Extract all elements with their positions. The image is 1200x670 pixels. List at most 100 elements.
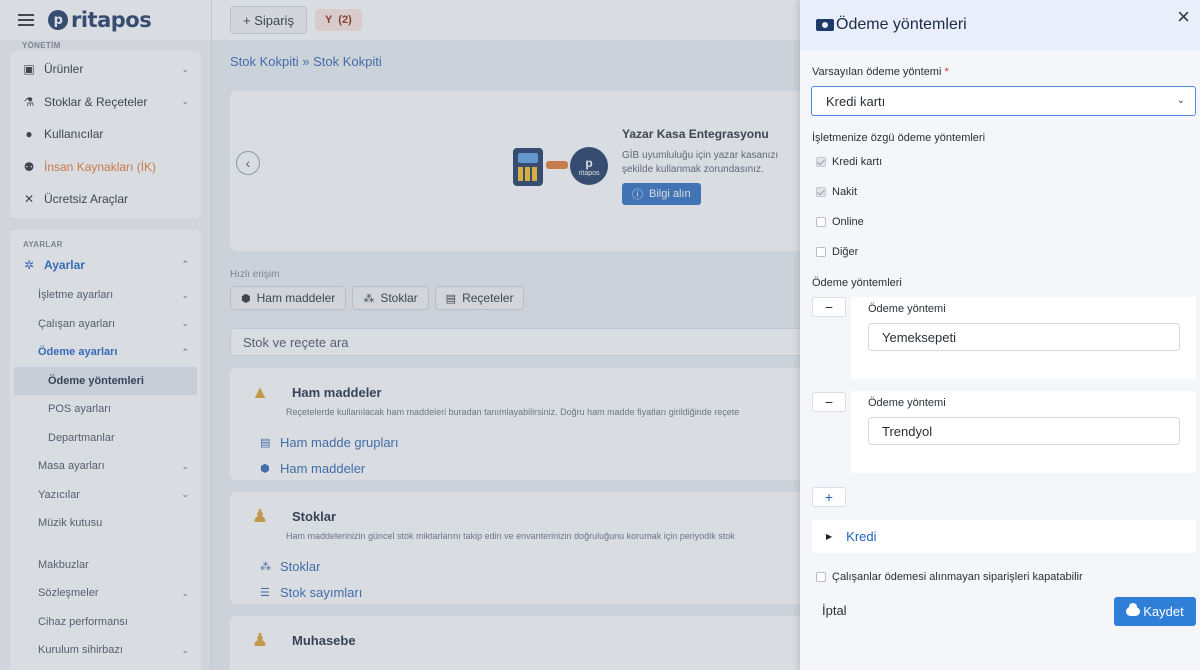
checkbox-online[interactable]: Online [816, 216, 864, 228]
cancel-button[interactable]: İptal [822, 603, 847, 618]
checkbox-box[interactable] [816, 187, 826, 197]
checkbox-cash[interactable]: Nakit [816, 186, 857, 198]
cloud-upload-icon [1126, 603, 1141, 616]
checkbox-box[interactable] [816, 247, 826, 257]
pos-device-icon [513, 148, 543, 186]
link-stock-counts[interactable]: ☰ Stok sayımları [230, 579, 820, 605]
banner-title: Yazar Kasa Entegrasyonu [622, 127, 769, 141]
worker-icon: ♟ [251, 506, 269, 526]
section-head: ♟ Muhasebe [230, 616, 820, 651]
default-method-label-text: Varsayılan ödeme yöntemi [812, 66, 942, 78]
gear-icon: ✲ [23, 257, 35, 272]
quick-stocks-button[interactable]: ⁂ Stoklar [352, 286, 429, 310]
logo[interactable]: p ritapos [48, 8, 152, 32]
specific-methods-label: İşletmenize özgü ödeme yöntemleri [812, 132, 986, 144]
section-link-label: Ham maddeler [280, 460, 366, 476]
quick-raw-materials-button[interactable]: ⬢ Ham maddeler [230, 286, 347, 310]
quick-button-label: Reçeteler [462, 291, 514, 305]
method-field-label: Ödeme yöntemi [868, 303, 946, 315]
sidebar-sub-payment-methods[interactable]: Ödeme yöntemleri [14, 366, 197, 395]
quick-recipes-button[interactable]: ▤ Reçeteler [434, 286, 525, 310]
quick-access-bar: ⬢ Ham maddeler ⁂ Stoklar ▤ Reçeteler [230, 286, 800, 310]
sidebar-item-products[interactable]: ▣ Ürünler ⌄ [10, 53, 201, 86]
sidebar-item-free-tools[interactable]: ✕ Ücretsiz Araçlar [10, 183, 201, 216]
breadcrumb[interactable]: Stok Kokpiti » Stok Kokpiti [230, 54, 800, 69]
remove-method-button[interactable]: − [812, 297, 846, 317]
remove-method-button[interactable]: − [812, 392, 846, 412]
sidebar-sub-tables[interactable]: Masa ayarları ⌄ [10, 452, 201, 481]
checkbox-other[interactable]: Diğer [816, 246, 858, 258]
sidebar-sub-departments[interactable]: Departmanlar [10, 424, 201, 453]
info-button-label: Bilgi alın [649, 188, 691, 200]
sidebar-sub-pos[interactable]: POS ayarları [10, 395, 201, 424]
logo-text: ritapos [71, 8, 152, 32]
checkbox-staff-close[interactable]: Çalışanlar ödemesi alınmayan siparişleri… [816, 571, 1083, 583]
pos-screen [518, 153, 538, 163]
chevron-down-icon: ⌄ [1176, 95, 1185, 106]
sidebar-sub-label: Makbuzlar [38, 558, 89, 571]
sidebar-item-hr[interactable]: ⚉ İnsan Kaynakları (İK) [10, 151, 201, 184]
pos-keypad [518, 167, 538, 181]
info-button[interactable]: ⓘ Bilgi alın [622, 183, 701, 205]
close-icon[interactable]: × [1177, 4, 1190, 30]
method-name-input[interactable]: Trendyol [868, 417, 1180, 445]
sidebar-sub-staff[interactable]: Çalışan ayarları ⌄ [10, 310, 201, 339]
sidebar-item-label: Ürünler [44, 62, 84, 77]
brand-bar: p ritapos [0, 0, 211, 40]
main-content: + Sipariş Y (2) Stok Kokpiti » Stok Kokp… [212, 0, 820, 670]
sidebar-sub-label: Masa ayarları [38, 460, 105, 473]
quick-button-label: Ham maddeler [256, 291, 336, 305]
method-name-input[interactable]: Yemeksepeti [868, 323, 1180, 351]
checkbox-label: Çalışanlar ödemesi alınmayan siparişleri… [832, 571, 1083, 583]
checkbox-box[interactable] [816, 157, 826, 167]
tools-icon: ✕ [23, 192, 35, 207]
sidebar-sub-device-performance[interactable]: Cihaz performansı [10, 608, 201, 637]
sidebar-sub-payment[interactable]: Ödeme ayarları ⌃ [10, 338, 201, 367]
add-method-button[interactable]: + [812, 487, 846, 507]
link-stocks[interactable]: ⁂ Stoklar [230, 553, 820, 579]
sidebar-sub-label: Ödeme ayarları [38, 346, 118, 359]
sidebar-item-users[interactable]: ● Kullanıcılar [10, 118, 201, 151]
quick-access-label: Hızlı erişim [230, 269, 280, 280]
sidebar-sub-business[interactable]: İşletme ayarları ⌄ [10, 281, 201, 310]
section-label-settings: AYARLAR [23, 239, 63, 249]
worker-boxes-icon: ▲ [251, 382, 269, 402]
sidebar-sub-receipts[interactable]: Makbuzlar [10, 551, 201, 580]
search-input[interactable]: Stok ve reçete ara [230, 328, 820, 356]
topbar: + Sipariş Y (2) [212, 0, 800, 40]
checkbox-box[interactable] [816, 572, 826, 582]
section-title: Stoklar [292, 509, 337, 524]
panel-header: Ödeme yöntemleri × [800, 0, 1200, 50]
sidebar-sub-printers[interactable]: Yazıcılar ⌄ [10, 481, 201, 510]
menu-icon[interactable] [18, 14, 34, 26]
chevron-down-icon: ⌄ [181, 96, 189, 107]
save-button[interactable]: Kaydet [1114, 597, 1196, 626]
link-raw-material-groups[interactable]: ▤ Ham madde grupları [230, 429, 820, 455]
sidebar-item-stocks[interactable]: ⚗ Stoklar & Reçeteler ⌄ [10, 86, 201, 119]
settings-nav: AYARLAR ✲ Ayarlar ⌃ İşletme ayarları ⌄ Ç… [10, 229, 201, 670]
credit-expander[interactable]: ▶ Kredi [812, 520, 1196, 553]
sidebar-item-label: Kullanıcılar [44, 127, 104, 142]
panel-title: Ödeme yöntemleri [836, 16, 967, 33]
cube-icon: ⬢ [241, 292, 251, 305]
sidebar-sub-label: Çalışan ayarları [38, 317, 116, 330]
checkbox-label: Kredi kartı [832, 156, 883, 168]
carousel-prev-button[interactable]: ‹ [236, 151, 260, 175]
sidebar-sub-jukebox[interactable]: Müzik kutusu [10, 509, 201, 538]
sidebar-sub-setup-wizard[interactable]: Kurulum sihirbazı ⌄ [10, 636, 201, 665]
sidebar-item-settings[interactable]: ✲ Ayarlar ⌃ [10, 249, 201, 282]
sidebar-sub-label: İşletme ayarları [38, 289, 114, 302]
logo-mark-icon: p [48, 10, 68, 30]
chevron-down-icon: ⌄ [181, 318, 189, 329]
sidebar-sub-contracts[interactable]: Sözleşmeler ⌄ [10, 579, 201, 608]
section-title: Ham maddeler [292, 385, 382, 400]
logo-mark-icon: p [585, 155, 593, 170]
default-method-select[interactable]: Kredi kartı ⌄ [811, 86, 1196, 116]
sidebar-sub-label: Kurulum sihirbazı [38, 644, 123, 657]
checkbox-credit-card[interactable]: Kredi kartı [816, 156, 882, 168]
sidebar-sub-label: POS ayarları [48, 403, 111, 416]
link-raw-materials[interactable]: ⬢ Ham maddeler [230, 455, 820, 481]
checkbox-box[interactable] [816, 217, 826, 227]
new-order-button[interactable]: + Sipariş [230, 6, 307, 34]
pending-orders-badge[interactable]: Y (2) [314, 9, 362, 31]
